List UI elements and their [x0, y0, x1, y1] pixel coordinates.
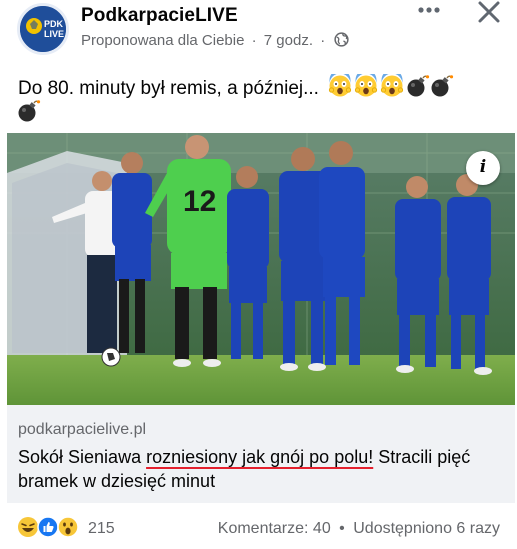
face-screaming-emoji: [355, 69, 378, 97]
page-name-link[interactable]: PodkarpacieLIVE: [81, 5, 238, 27]
post-footer: 215 Komentarze: 40 • Udostępniono 6 razy: [0, 503, 517, 549]
caption-emojis: [328, 69, 472, 104]
info-icon: i: [479, 157, 487, 177]
post-header: PDK LIVE PodkarpacieLIVE Proponowana dla…: [0, 0, 517, 62]
image-info-button[interactable]: i: [466, 151, 500, 185]
post-stats: Komentarze: 40 • Udostępniono 6 razy: [218, 520, 500, 538]
meta-separator-2: ·: [320, 32, 326, 49]
post-image[interactable]: 12: [7, 133, 515, 405]
face-screaming-emoji: [329, 69, 352, 97]
post-time-link[interactable]: 7 godz.: [264, 32, 313, 49]
face-screaming-emoji: [381, 69, 404, 97]
close-icon[interactable]: [474, 0, 504, 26]
comments-count-link[interactable]: Komentarze: 40: [218, 520, 331, 537]
suggested-label: Proponowana dla Ciebie: [81, 32, 245, 49]
caption-text: Do 80. minuty był remis, a później...: [18, 78, 319, 99]
stats-separator: •: [339, 520, 345, 537]
avatar-text-bottom: LIVE: [44, 29, 64, 39]
more-horizontal-icon[interactable]: [411, 0, 447, 24]
caption-emoji-row: [329, 69, 454, 97]
bomb-emoji: [18, 100, 41, 122]
post-caption: Do 80. minuty był remis, a później...: [18, 69, 472, 104]
link-preview[interactable]: podkarpacielive.pl Sokół Sieniawa roznie…: [7, 405, 515, 503]
avatar-text-top: PDK: [44, 19, 64, 29]
reaction-count[interactable]: 215: [88, 520, 115, 538]
haha-reaction-icon: [18, 517, 38, 537]
link-title[interactable]: Sokół Sieniawa rozniesiony jak gnój po p…: [18, 445, 508, 493]
bomb-emoji: [407, 75, 430, 97]
bomb-emoji: [431, 75, 454, 97]
caption-emoji-second-line: [17, 100, 43, 129]
facebook-post: PDK LIVE PodkarpacieLIVE Proponowana dla…: [0, 0, 517, 549]
like-reaction-icon: [37, 516, 59, 538]
link-domain: podkarpacielive.pl: [18, 421, 147, 438]
globe-icon[interactable]: [334, 32, 349, 47]
link-title-underlined: rozniesiony jak gnój po polu!: [146, 447, 374, 467]
meta-separator: ·: [251, 32, 257, 49]
shares-count-link[interactable]: Udostępniono 6 razy: [353, 520, 500, 537]
football-team-photo: 12: [7, 133, 515, 405]
post-meta: Proponowana dla Ciebie · 7 godz. ·: [81, 32, 349, 49]
goalkeeper-number: 12: [183, 185, 216, 218]
wow-reaction-icon: [57, 516, 79, 538]
reactions-summary[interactable]: [17, 516, 83, 538]
page-avatar[interactable]: PDK LIVE: [17, 3, 69, 55]
link-title-part1: Sokół Sieniawa: [18, 447, 147, 467]
page-logo-icon: PDK LIVE: [20, 6, 66, 52]
